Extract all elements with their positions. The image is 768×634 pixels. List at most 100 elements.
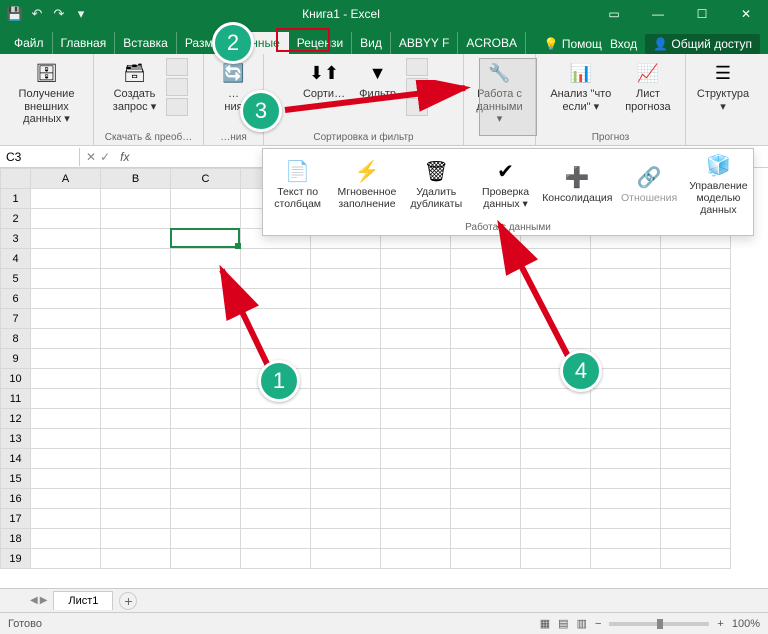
cell[interactable] <box>521 289 591 309</box>
cell[interactable] <box>311 509 381 529</box>
add-sheet-button[interactable]: + <box>119 592 137 610</box>
row-header[interactable]: 4 <box>1 249 31 269</box>
cell[interactable] <box>171 509 241 529</box>
cell[interactable] <box>521 329 591 349</box>
cell[interactable] <box>311 349 381 369</box>
cell[interactable] <box>171 369 241 389</box>
select-all-corner[interactable] <box>1 169 31 189</box>
cell[interactable] <box>591 409 661 429</box>
cell[interactable] <box>451 409 521 429</box>
column-header[interactable]: A <box>31 169 101 189</box>
cell[interactable] <box>31 389 101 409</box>
tab-insert[interactable]: Вставка <box>115 32 177 54</box>
view-pagebreak-icon[interactable]: ▥ <box>577 617 587 630</box>
cell[interactable] <box>31 469 101 489</box>
cell[interactable] <box>171 449 241 469</box>
cell[interactable] <box>311 449 381 469</box>
cell[interactable] <box>311 289 381 309</box>
cell[interactable] <box>241 289 311 309</box>
cell[interactable] <box>31 349 101 369</box>
cell[interactable] <box>101 389 171 409</box>
cell[interactable] <box>311 469 381 489</box>
cell[interactable] <box>101 509 171 529</box>
cell[interactable] <box>661 369 731 389</box>
outline-button[interactable]: ☰Структура ▾ <box>693 58 753 115</box>
mini-button[interactable] <box>406 98 428 116</box>
cell[interactable] <box>311 389 381 409</box>
cell[interactable] <box>241 309 311 329</box>
cell[interactable] <box>31 409 101 429</box>
close-icon[interactable]: ✕ <box>724 0 768 28</box>
cell[interactable] <box>521 269 591 289</box>
filter-button[interactable]: ▼Фильтр <box>355 58 400 103</box>
cell[interactable] <box>31 369 101 389</box>
cell[interactable] <box>661 309 731 329</box>
cell[interactable] <box>451 289 521 309</box>
cell[interactable] <box>171 249 241 269</box>
row-header[interactable]: 19 <box>1 549 31 569</box>
cell[interactable] <box>521 489 591 509</box>
cell[interactable] <box>31 549 101 569</box>
cell[interactable] <box>661 349 731 369</box>
row-header[interactable]: 1 <box>1 189 31 209</box>
cell[interactable] <box>661 549 731 569</box>
cell[interactable] <box>591 429 661 449</box>
tell-me[interactable]: 💡 Помощ <box>544 37 602 51</box>
cell[interactable] <box>311 529 381 549</box>
redo-icon[interactable]: ↷ <box>50 5 68 23</box>
cell[interactable] <box>241 429 311 449</box>
cell[interactable] <box>101 449 171 469</box>
cell[interactable] <box>311 549 381 569</box>
cell[interactable] <box>171 329 241 349</box>
dropdown-item[interactable]: ✔Проверка данных ▾ <box>471 149 540 220</box>
cell[interactable] <box>521 509 591 529</box>
cell[interactable] <box>171 409 241 429</box>
get-external-data-button[interactable]: 🗄Получение внешних данных ▾ <box>6 58 87 128</box>
cell[interactable] <box>591 389 661 409</box>
cell[interactable] <box>101 369 171 389</box>
cell[interactable] <box>521 249 591 269</box>
cell[interactable] <box>451 309 521 329</box>
tab-review[interactable]: Рецензи <box>289 32 352 54</box>
cell[interactable] <box>661 509 731 529</box>
mini-button[interactable] <box>166 58 188 76</box>
cell[interactable] <box>241 449 311 469</box>
cell[interactable] <box>171 309 241 329</box>
sheet-nav-next-icon[interactable]: ▶ <box>40 595 48 606</box>
zoom-out-icon[interactable]: − <box>595 618 601 630</box>
cell[interactable] <box>451 489 521 509</box>
cell[interactable] <box>381 489 451 509</box>
cell[interactable] <box>101 349 171 369</box>
ribbon-options-icon[interactable]: ▭ <box>592 0 636 28</box>
cell[interactable] <box>591 549 661 569</box>
row-header[interactable]: 8 <box>1 329 31 349</box>
cell[interactable] <box>381 529 451 549</box>
cell[interactable] <box>381 309 451 329</box>
row-header[interactable]: 13 <box>1 429 31 449</box>
cell[interactable] <box>661 469 731 489</box>
cell[interactable] <box>311 309 381 329</box>
cell[interactable] <box>101 209 171 229</box>
mini-button[interactable] <box>406 78 428 96</box>
row-header[interactable]: 18 <box>1 529 31 549</box>
row-header[interactable]: 10 <box>1 369 31 389</box>
cell[interactable] <box>591 309 661 329</box>
cell[interactable] <box>311 369 381 389</box>
cell[interactable] <box>171 469 241 489</box>
cell[interactable] <box>101 289 171 309</box>
cell[interactable] <box>521 429 591 449</box>
cell[interactable] <box>101 489 171 509</box>
tab-view[interactable]: Вид <box>352 32 391 54</box>
cell[interactable] <box>311 269 381 289</box>
cell[interactable] <box>171 549 241 569</box>
cell[interactable] <box>661 329 731 349</box>
cell[interactable] <box>241 469 311 489</box>
cell[interactable] <box>241 509 311 529</box>
cell[interactable] <box>311 329 381 349</box>
name-box[interactable]: C3 <box>0 148 80 166</box>
cell[interactable] <box>661 529 731 549</box>
cell[interactable] <box>451 249 521 269</box>
sort-button[interactable]: ⬇⬆Сорти… <box>299 58 349 103</box>
cell[interactable] <box>31 329 101 349</box>
cell[interactable] <box>381 449 451 469</box>
